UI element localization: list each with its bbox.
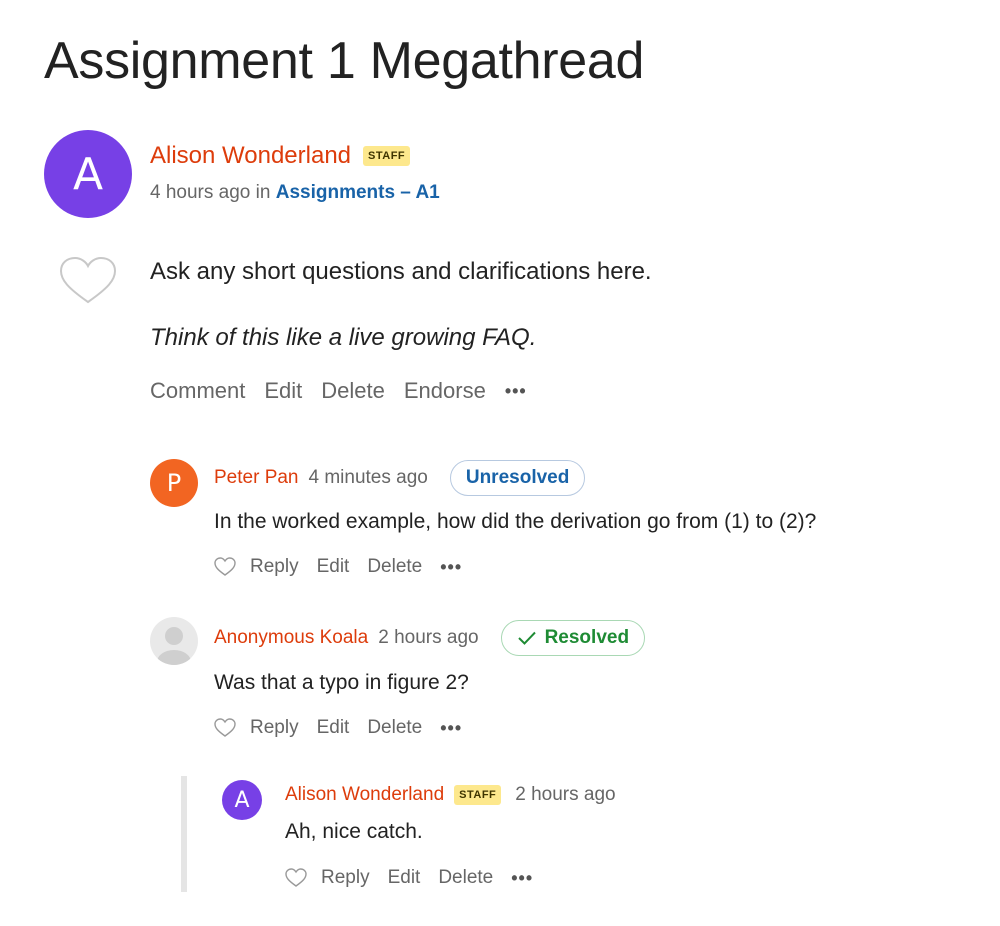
reply-avatar[interactable]: A [222,780,262,820]
resolved-badge[interactable]: Resolved [500,620,646,656]
staff-badge: STAFF [363,146,411,166]
comment-author[interactable]: Peter Pan [214,467,299,489]
delete-button[interactable]: Delete [438,867,493,889]
status-label: Unresolved [465,467,570,488]
comment-actions: Reply Edit Delete ••• [214,717,462,739]
thread-author-row: Alison Wonderland STAFF [150,142,411,170]
thread-body-italic: Think of this like a live growing FAQ. [150,324,537,351]
edit-button[interactable]: Edit [317,717,350,739]
heart-icon[interactable] [214,557,236,577]
status-label: Resolved [544,627,630,648]
anonymous-user-icon[interactable] [150,617,198,665]
reply-author[interactable]: Alison Wonderland [285,784,444,806]
comment-header: Peter Pan 4 minutes ago Unresolved [214,459,586,497]
comment-actions: Reply Edit Delete ••• [214,556,462,578]
comment-button[interactable]: Comment [150,378,245,404]
avatar-letter: A [72,148,104,200]
edit-button[interactable]: Edit [388,867,421,889]
avatar-letter: P [166,469,182,497]
more-icon[interactable]: ••• [505,381,527,402]
reply-actions: Reply Edit Delete ••• [285,867,533,889]
reply-time: 2 hours ago [515,784,616,805]
delete-button[interactable]: Delete [367,717,422,739]
more-icon[interactable]: ••• [511,868,533,889]
comment-header: Anonymous Koala 2 hours ago Resolved [214,619,646,657]
reply-button[interactable]: Reply [250,717,299,739]
checkmark-icon [517,631,536,645]
comment-text: Was that a typo in figure 2? [214,671,469,694]
comment-time: 2 hours ago [378,627,479,648]
reply-button[interactable]: Reply [250,556,299,578]
endorse-button[interactable]: Endorse [404,378,486,404]
in-text: in [255,182,271,203]
comment-text: In the worked example, how did the deriv… [214,510,817,533]
delete-button[interactable]: Delete [367,556,422,578]
comment-author[interactable]: Anonymous Koala [214,627,368,649]
reply-header: Alison Wonderland STAFF 2 hours ago [285,780,616,810]
reply-text: Ah, nice catch. [285,820,423,843]
comment-avatar[interactable]: P [150,459,198,507]
more-icon[interactable]: ••• [440,718,462,739]
unresolved-badge[interactable]: Unresolved [449,460,586,496]
heart-icon[interactable] [214,718,236,738]
thread-actions: Comment Edit Delete Endorse ••• [150,378,527,404]
delete-button[interactable]: Delete [321,378,385,404]
edit-button[interactable]: Edit [264,378,302,404]
heart-icon[interactable] [285,868,307,888]
more-icon[interactable]: ••• [440,557,462,578]
staff-badge: STAFF [454,785,502,805]
heart-icon[interactable] [58,256,118,306]
category-link[interactable]: Assignments – A1 [276,182,440,203]
reply-button[interactable]: Reply [321,867,370,889]
reply-thread-line [181,776,187,892]
thread-title: Assignment 1 Megathread [44,32,645,90]
edit-button[interactable]: Edit [317,556,350,578]
author-name[interactable]: Alison Wonderland [150,142,351,170]
thread-time: 4 hours ago [150,182,251,203]
comment-time: 4 minutes ago [308,467,428,488]
thread-body-text: Ask any short questions and clarificatio… [150,258,652,285]
thread-meta: 4 hours ago in Assignments – A1 [150,182,440,204]
avatar-letter: A [234,787,250,813]
author-avatar[interactable]: A [44,130,132,218]
